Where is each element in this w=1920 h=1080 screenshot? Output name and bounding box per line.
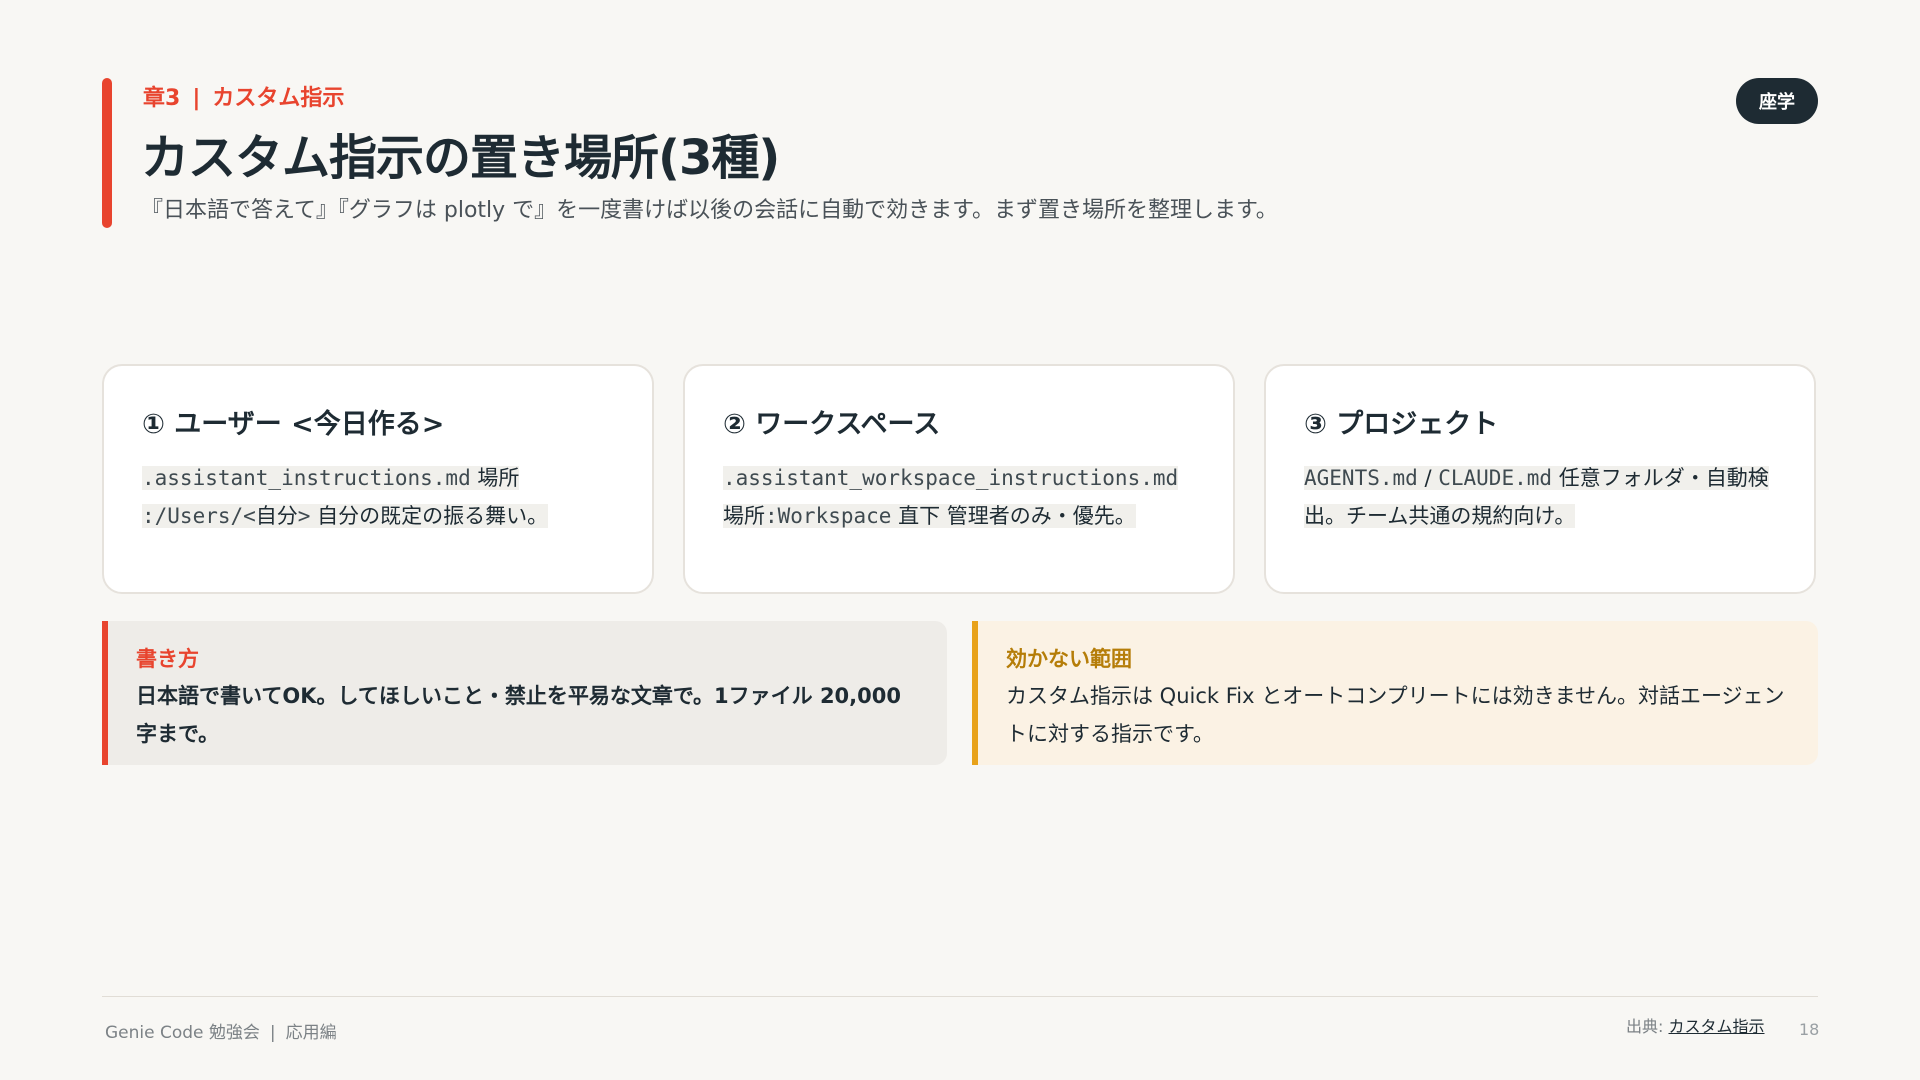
note-limitations-heading: 効かない範囲 [1006, 647, 1132, 671]
chapter-label: 章3 | カスタム指示 [143, 80, 344, 112]
card-user-path-self: 自分 [255, 504, 298, 528]
card-workspace-location-label: 場所 [723, 504, 765, 528]
footer-course-name: Genie Code 勉強会 | 応用編 [105, 1018, 337, 1043]
footer-source-link[interactable]: カスタム指示 [1668, 1017, 1764, 1036]
note-how-to-write-body: 日本語で書いてOK。してほしいこと・禁止を平易な文章で。1ファイル 20,000… [136, 684, 901, 746]
footer-source: 出典: カスタム指示 [1626, 1013, 1765, 1037]
footer-course-part: 応用編 [285, 1023, 337, 1043]
card-project-slash: / [1417, 466, 1439, 490]
card-project-body: AGENTS.md / CLAUDE.md 任意フォルダ・自動検出。チーム共通の… [1304, 459, 1776, 535]
card-project-claude-file: CLAUDE.md [1438, 466, 1553, 490]
card-user-path-prefix: :/Users/< [142, 504, 256, 528]
card-user-heading: ① ユーザー <今日作る> [142, 409, 445, 440]
card-user-location-label: 場所 [470, 466, 520, 490]
note-limitations: 効かない範囲 カスタム指示は Quick Fix とオートコンプリートには効きま… [972, 621, 1818, 765]
footer-source-label: 出典: [1626, 1017, 1669, 1036]
note-how-to-write: 書き方 日本語で書いてOK。してほしいこと・禁止を平易な文章で。1ファイル 20… [102, 621, 947, 765]
card-user-path-suffix: > [297, 504, 311, 528]
footer-divider [102, 996, 1818, 997]
chapter-number: 章3 [143, 86, 181, 111]
chapter-separator: | [192, 86, 201, 111]
note-how-to-write-heading: 書き方 [136, 647, 199, 671]
title-accent-bar [102, 78, 112, 228]
page-number: 18 [1799, 1020, 1820, 1039]
card-workspace-description: 直下 管理者のみ・優先。 [891, 504, 1136, 528]
card-workspace-body: .assistant_workspace_instructions.md 場所:… [723, 459, 1195, 535]
card-user-filename: .assistant_instructions.md [142, 466, 471, 490]
chapter-topic: カスタム指示 [212, 86, 345, 111]
card-user-description: 自分の既定の振る舞い。 [310, 504, 549, 528]
card-user: ① ユーザー <今日作る> .assistant_instructions.md… [102, 364, 654, 594]
card-workspace-path: :Workspace [765, 504, 892, 528]
card-project: ③ プロジェクト AGENTS.md / CLAUDE.md 任意フォルダ・自動… [1264, 364, 1816, 594]
page-title: カスタム指示の置き場所(3種) [141, 130, 780, 186]
card-workspace: ② ワークスペース .assistant_workspace_instructi… [683, 364, 1235, 594]
card-user-body: .assistant_instructions.md 場所:/Users/<自分… [142, 459, 614, 535]
footer-course-title: Genie Code 勉強会 [105, 1023, 260, 1043]
note-limitations-body: カスタム指示は Quick Fix とオートコンプリートには効きません。対話エー… [1006, 684, 1785, 746]
page-subtitle: 『日本語で答えて』『グラフは plotly で』を一度書けば以後の会話に自動で効… [141, 198, 1278, 223]
footer-separator: | [269, 1023, 276, 1043]
card-workspace-filename: .assistant_workspace_instructions.md [723, 466, 1179, 490]
card-project-heading: ③ プロジェクト [1304, 409, 1499, 440]
card-workspace-heading: ② ワークスペース [723, 409, 941, 440]
card-project-agents-file: AGENTS.md [1304, 466, 1418, 490]
lecture-type-badge: 座学 [1736, 78, 1818, 124]
